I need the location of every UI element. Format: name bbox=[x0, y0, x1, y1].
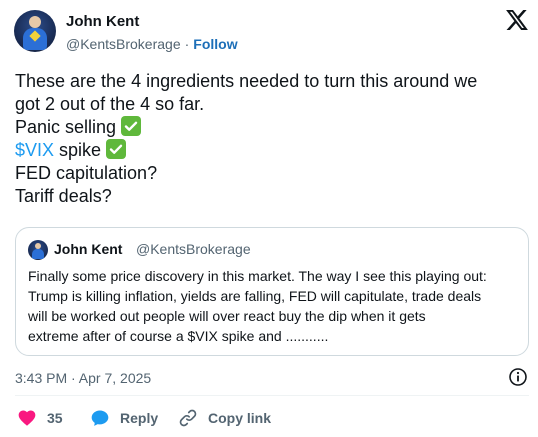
tweet-line-1: These are the 4 ingredients needed to tu… bbox=[15, 71, 478, 91]
author-handle-row: @KentsBrokerage · Follow bbox=[66, 36, 238, 52]
quoted-tweet-text: Finally some price discovery in this mar… bbox=[28, 266, 522, 346]
vix-cashtag-link[interactable]: $VIX bbox=[15, 140, 54, 160]
info-icon[interactable] bbox=[508, 367, 528, 387]
reply-button[interactable]: Reply bbox=[90, 408, 158, 428]
divider bbox=[15, 395, 529, 396]
quoted-line-4: extreme after of course a $VIX spike and… bbox=[28, 328, 329, 344]
follow-button[interactable]: Follow bbox=[193, 36, 237, 52]
author-name[interactable]: John Kent bbox=[66, 13, 139, 30]
tweet-line-4: $VIX spike bbox=[15, 139, 527, 162]
like-button[interactable]: 35 bbox=[17, 408, 63, 428]
tweet-line-6: Tariff deals? bbox=[15, 186, 112, 206]
tweet-line-3: Panic selling bbox=[15, 116, 527, 139]
separator-dot: · bbox=[184, 36, 190, 52]
quoted-author-name: John Kent bbox=[54, 241, 123, 257]
tweet-line-5: FED capitulation? bbox=[15, 163, 158, 183]
tweet-line-3-text: Panic selling bbox=[15, 117, 117, 137]
quoted-tweet[interactable]: John Kent @KentsBrokerage Finally some p… bbox=[15, 227, 529, 356]
copy-link-label: Copy link bbox=[208, 410, 272, 426]
quoted-avatar-body bbox=[32, 249, 44, 259]
reply-label: Reply bbox=[120, 410, 159, 426]
like-count: 35 bbox=[47, 410, 63, 426]
author-handle[interactable]: @KentsBrokerage bbox=[66, 36, 181, 52]
copy-link-button[interactable]: Copy link bbox=[178, 408, 271, 428]
avatar-head bbox=[29, 16, 41, 28]
tweet-embed-card: John Kent @KentsBrokerage · Follow These a… bbox=[0, 0, 538, 437]
quoted-line-1: Finally some price discovery in this mar… bbox=[28, 268, 487, 284]
tweet-line-2: got 2 out of the 4 so far. bbox=[15, 94, 205, 114]
tweet-text: These are the 4 ingredients needed to tu… bbox=[15, 70, 527, 208]
check-icon bbox=[106, 139, 127, 159]
tweet-timestamp[interactable]: 3:43 PM · Apr 7, 2025 bbox=[15, 370, 151, 386]
quoted-author-avatar bbox=[28, 240, 48, 260]
reply-bubble-icon bbox=[91, 410, 109, 426]
tweet-line-4-text: spike bbox=[54, 140, 102, 160]
author-avatar[interactable] bbox=[14, 10, 56, 52]
x-logo-icon[interactable] bbox=[506, 10, 528, 30]
quoted-line-3: will be worked out people will over reac… bbox=[28, 308, 426, 324]
heart-icon bbox=[18, 410, 36, 426]
quoted-author-handle: @KentsBrokerage bbox=[136, 241, 251, 257]
quoted-line-2: Trump is killing inflation, yields are f… bbox=[28, 288, 482, 304]
link-icon bbox=[179, 409, 197, 427]
check-icon bbox=[121, 116, 142, 136]
